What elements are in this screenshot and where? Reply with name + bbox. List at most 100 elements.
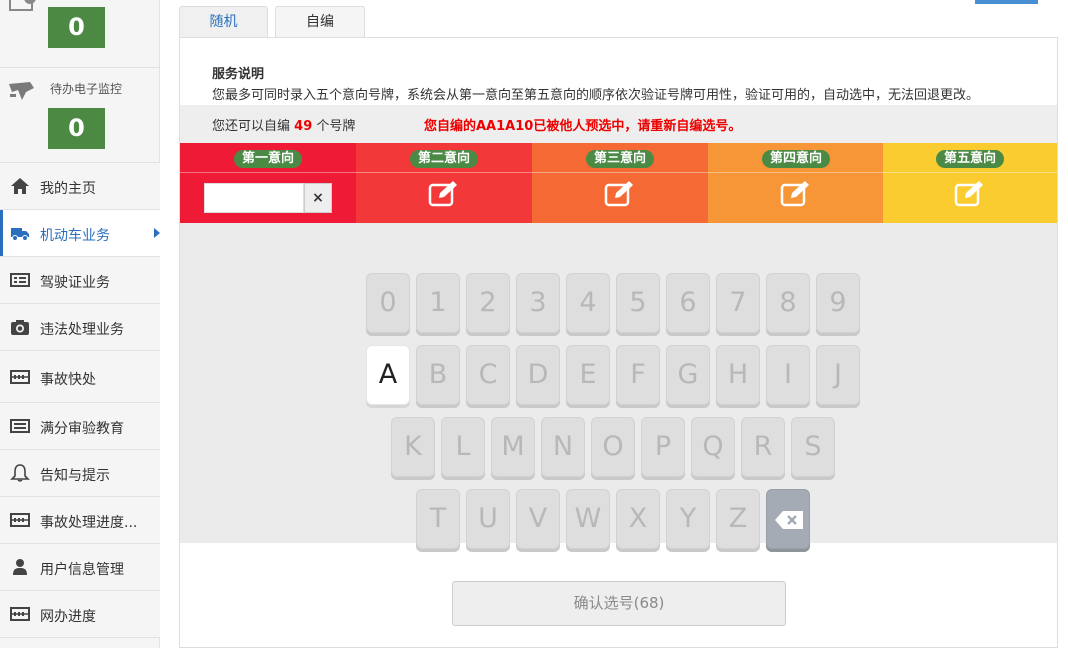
sidebar: 0 待办电子监控 0 我的主页 机动车业务 驾驶证业务 违法处理业务 事故快处 … [0,0,160,648]
sidebar-item-accident-progress[interactable]: 事故处理进度... [0,497,160,544]
key-9[interactable]: 9 [816,273,860,333]
intent-5: 第五意向 [883,143,1057,223]
key-j[interactable]: J [816,345,860,405]
key-u[interactable]: U [466,489,510,549]
monitor-widget[interactable]: 待办电子监控 0 [0,68,160,163]
todo-icon [9,0,36,11]
remaining-suffix: 个号牌 [316,119,356,134]
edit-icon[interactable] [954,180,986,208]
edit-icon[interactable] [604,180,636,208]
key-r[interactable]: R [741,417,785,477]
key-v[interactable]: V [516,489,560,549]
key-4[interactable]: 4 [566,273,610,333]
intent-label: 第五意向 [935,150,1005,168]
home-icon [11,178,29,194]
camera-flag-icon [9,82,34,100]
sidebar-item-label: 事故处理进度... [40,515,138,531]
tab-custom[interactable]: 自编 [275,6,365,38]
sidebar-item-education[interactable]: 满分审验教育 [0,403,160,450]
sidebar-item-license[interactable]: 驾驶证业务 [0,257,160,304]
key-a[interactable]: A [366,345,410,405]
key-x[interactable]: X [616,489,660,549]
truck-icon [11,228,29,241]
list-icon [10,419,30,433]
key-6[interactable]: 6 [666,273,710,333]
key-0[interactable]: 0 [366,273,410,333]
sidebar-item-notice[interactable]: 告知与提示 [0,450,160,497]
key-y[interactable]: Y [666,489,710,549]
key-b[interactable]: B [416,345,460,405]
sidebar-item-accident[interactable]: 事故快处 [0,351,160,403]
confirm-button[interactable]: 确认选号(68) [452,581,786,626]
todo-widget[interactable]: 0 [0,0,160,68]
monitor-label: 待办电子监控 [50,82,123,96]
remaining-count: 您还可以自编 49 个号牌 [212,115,355,134]
edit-icon[interactable] [780,180,812,208]
custom-plate-panel: 服务说明 您最多可同时录入五个意向号牌，系统会从第一意向至第五意向的顺序依次验证… [179,37,1058,648]
key-p[interactable]: P [641,417,685,477]
sidebar-item-online-progress[interactable]: 网办进度 [0,591,160,638]
sidebar-item-home[interactable]: 我的主页 [0,163,160,210]
key-7[interactable]: 7 [716,273,760,333]
key-3[interactable]: 3 [516,273,560,333]
key-l[interactable]: L [441,417,485,477]
abacus-icon [10,513,30,527]
bell-icon [10,464,30,482]
remaining-number: 49 [294,119,313,134]
key-m[interactable]: M [491,417,535,477]
sidebar-item-label: 机动车业务 [40,228,110,244]
main-content: 随机 自编 服务说明 您最多可同时录入五个意向号牌，系统会从第一意向至第五意向的… [179,0,1058,648]
key-t[interactable]: T [416,489,460,549]
info-bar: 您还可以自编 49 个号牌 您自编的AA1A10已被他人预选中，请重新自编选号。 [180,105,1057,143]
key-q[interactable]: Q [691,417,735,477]
intent-label: 第一意向 [233,150,303,168]
monitor-count: 0 [48,108,105,149]
key-k[interactable]: K [391,417,435,477]
key-2[interactable]: 2 [466,273,510,333]
remaining-prefix: 您还可以自编 [212,119,291,134]
sidebar-item-label: 网办进度 [40,609,96,625]
sidebar-item-vehicle[interactable]: 机动车业务 [0,210,160,257]
app: 0 待办电子监控 0 我的主页 机动车业务 驾驶证业务 违法处理业务 事故快处 … [0,0,1068,648]
edit-icon[interactable] [428,180,460,208]
key-z[interactable]: Z [716,489,760,549]
sidebar-item-label: 用户信息管理 [40,562,124,578]
user-icon [13,559,27,575]
card-icon [10,273,30,287]
key-n[interactable]: N [541,417,585,477]
sidebar-item-user-info[interactable]: 用户信息管理 [0,544,160,591]
key-e[interactable]: E [566,345,610,405]
key-w[interactable]: W [566,489,610,549]
intent-row: 第一意向 × 第二意向 第三意向 第四意向 第五意向 [180,143,1057,223]
sidebar-item-violation[interactable]: 违法处理业务 [0,304,160,351]
plate-input[interactable] [204,183,304,213]
sidebar-item-label: 事故快处 [40,372,96,388]
key-c[interactable]: C [466,345,510,405]
clear-button[interactable]: × [304,183,332,213]
key-f[interactable]: F [616,345,660,405]
intent-1: 第一意向 × [180,143,356,223]
sidebar-nav: 我的主页 机动车业务 驾驶证业务 违法处理业务 事故快处 满分审验教育 告知与提… [0,163,160,638]
plate-keyboard: 0123456789 ABCDEFGHIJ KLMNOPQRS TUVWXYZ [180,223,1057,549]
key-5[interactable]: 5 [616,273,660,333]
intent-label: 第四意向 [761,150,831,168]
key-d[interactable]: D [516,345,560,405]
key-h[interactable]: H [716,345,760,405]
caret-right-icon [154,228,160,238]
intent-label: 第二意向 [409,150,479,168]
key-1[interactable]: 1 [416,273,460,333]
key-8[interactable]: 8 [766,273,810,333]
tab-random[interactable]: 随机 [179,6,268,38]
key-g[interactable]: G [666,345,710,405]
key-o[interactable]: O [591,417,635,477]
abacus-icon [10,370,30,384]
backspace-icon [775,511,803,529]
service-description: 您最多可同时录入五个意向号牌，系统会从第一意向至第五意向的顺序依次验证号牌可用性… [212,88,980,103]
key-s[interactable]: S [791,417,835,477]
service-title: 服务说明 [212,67,265,82]
top-indicator [975,0,1038,4]
key-i[interactable]: I [766,345,810,405]
warning-message: 您自编的AA1A10已被他人预选中，请重新自编选号。 [424,119,742,134]
camera-icon [11,320,29,335]
backspace-key[interactable] [766,489,810,549]
